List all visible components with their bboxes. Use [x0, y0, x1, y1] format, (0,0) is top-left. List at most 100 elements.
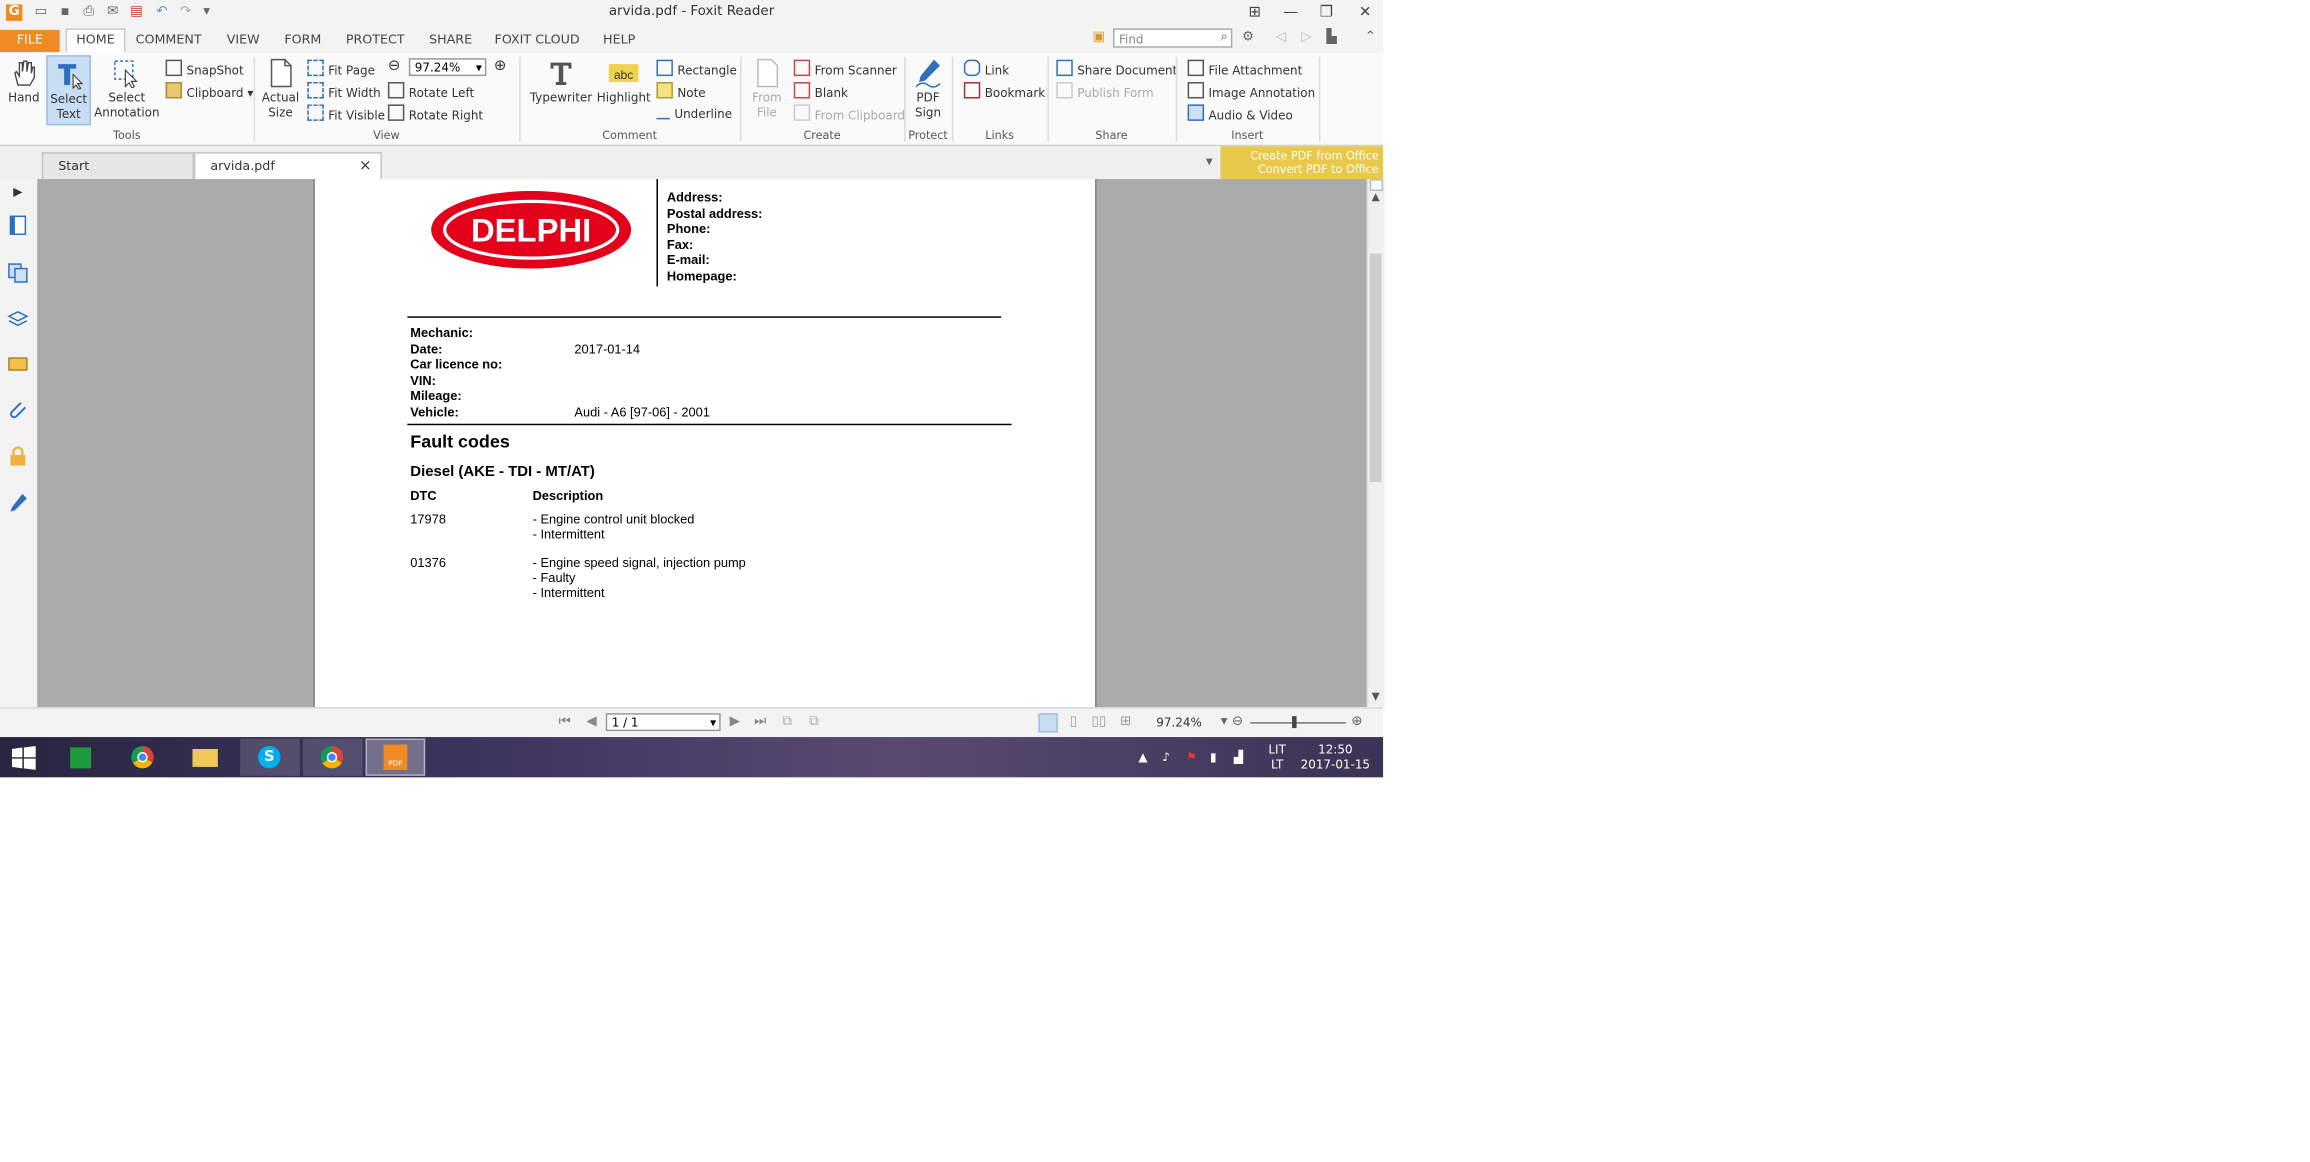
previous-view-icon[interactable]: ⧉	[779, 715, 795, 731]
security-lock-icon[interactable]	[7, 446, 28, 467]
taskbar-store-app[interactable]	[51, 739, 111, 776]
from-clipboard-button[interactable]: From Clipboard	[793, 104, 905, 122]
taskbar-foxit-reader-app[interactable]: PDF	[365, 738, 426, 776]
page-number-input[interactable]: 1 / 1 ▾	[605, 713, 721, 732]
from-file-button[interactable]: From File	[746, 58, 788, 121]
zoom-select[interactable]: 97.24% ▾	[408, 58, 487, 77]
blank-button[interactable]: Blank	[793, 82, 848, 100]
create-pdf-banner[interactable]: Create PDF from Office Convert PDF to Of…	[1220, 146, 1384, 180]
pdf-sign-button[interactable]: PDF Sign	[909, 58, 948, 121]
tab-file[interactable]: FILE	[0, 29, 60, 53]
continuous-view-icon[interactable]: ▯	[1065, 715, 1081, 731]
zoom-slider-thumb[interactable]	[1292, 716, 1297, 729]
taskbar-chrome-app[interactable]	[113, 739, 173, 776]
expand-panel-icon[interactable]: ▶	[7, 185, 28, 206]
document-view-area[interactable]: DELPHI Address: Postal address: Phone: F…	[37, 179, 1367, 708]
tab-protect[interactable]: PROTECT	[342, 30, 409, 52]
zoom-in-icon[interactable]: ⊕	[494, 58, 507, 74]
pages-panel-icon[interactable]	[7, 263, 28, 284]
ribbon-display-icon[interactable]: ⊞	[1237, 0, 1273, 27]
note-button[interactable]: Note	[656, 82, 706, 100]
layers-panel-icon[interactable]	[7, 309, 29, 330]
show-hidden-icons-icon[interactable]: ▲	[1138, 750, 1147, 765]
back-arrow-icon[interactable]: ◁	[1273, 30, 1289, 46]
tab-home[interactable]: HOME	[65, 28, 126, 54]
file-attachment-button[interactable]: File Attachment	[1187, 59, 1302, 78]
scrollbar-thumb[interactable]	[1369, 253, 1382, 482]
snapshot-button[interactable]: SnapShot	[165, 59, 244, 78]
search-icon[interactable]: ⌕	[1216, 30, 1232, 46]
close-tab-icon[interactable]: ×	[359, 154, 372, 181]
publish-form-button[interactable]: Publish Form	[1056, 82, 1154, 100]
typewriter-button[interactable]: Typewriter	[528, 58, 594, 106]
close-button[interactable]: ✕	[1347, 0, 1383, 27]
tab-comment[interactable]: COMMENT	[131, 30, 206, 52]
last-page-icon[interactable]: ⏭	[752, 715, 768, 731]
hand-tool-button[interactable]: Hand	[4, 58, 43, 106]
clipboard-button[interactable]: Clipboard ▾	[165, 82, 253, 100]
signatures-panel-icon[interactable]	[7, 492, 28, 513]
fit-page-button[interactable]: Fit Page	[307, 59, 375, 78]
zoom-slider-track[interactable]	[1250, 722, 1346, 724]
taskbar-file-explorer-app[interactable]	[176, 739, 236, 776]
collapse-ribbon-icon[interactable]: ⌃	[1362, 30, 1378, 46]
rotate-right-button[interactable]: Rotate Right	[387, 104, 483, 122]
fit-width-button[interactable]: Fit Width	[307, 82, 381, 100]
audio-video-button[interactable]: Audio & Video	[1187, 104, 1293, 122]
bookmark-button[interactable]: Bookmark	[963, 82, 1045, 100]
zoom-in-icon[interactable]: ⊕	[1349, 715, 1365, 731]
tab-arvida-pdf[interactable]: arvida.pdf ×	[193, 152, 382, 181]
split-view-handle[interactable]	[1369, 179, 1384, 191]
taskbar-chrome-app[interactable]	[302, 738, 363, 776]
previous-page-icon[interactable]: ◀	[583, 715, 599, 731]
zoom-out-icon[interactable]: ⊖	[1229, 715, 1245, 731]
action-center-flag-icon[interactable]: ⚑	[1186, 750, 1197, 765]
underline-button[interactable]: Underline	[656, 104, 732, 121]
zoom-level-display[interactable]: 97.24%	[1156, 716, 1202, 729]
tab-form[interactable]: FORM	[279, 30, 327, 52]
select-annotation-button[interactable]: Select Annotation	[94, 58, 160, 121]
next-page-icon[interactable]: ▶	[727, 715, 743, 731]
from-scanner-button[interactable]: From Scanner	[793, 59, 897, 78]
tab-start[interactable]: Start	[41, 152, 194, 180]
single-page-view-icon[interactable]	[1038, 713, 1058, 733]
select-text-button[interactable]: Select Text	[46, 55, 92, 126]
continuous-facing-view-icon[interactable]: ⊞	[1118, 715, 1134, 731]
network-signal-icon[interactable]: ▟	[1234, 750, 1243, 765]
volume-icon[interactable]: ♪	[1162, 750, 1170, 765]
vertical-scrollbar[interactable]: ▲ ▼	[1366, 179, 1385, 708]
battery-icon[interactable]: ▮	[1210, 750, 1217, 765]
zoom-out-icon[interactable]: ⊖	[388, 58, 401, 74]
user-account-icon[interactable]: ▙	[1323, 30, 1339, 46]
attachments-panel-icon[interactable]	[7, 400, 28, 421]
tab-help[interactable]: HELP	[597, 30, 642, 52]
forward-arrow-icon[interactable]: ▷	[1298, 30, 1314, 46]
search-input[interactable]: Find	[1113, 28, 1233, 48]
actual-size-button[interactable]: Actual Size	[260, 58, 302, 121]
scroll-up-arrow-icon[interactable]: ▲	[1368, 191, 1383, 206]
minimize-button[interactable]: —	[1273, 0, 1309, 27]
first-page-icon[interactable]: ⏮	[557, 715, 573, 731]
link-button[interactable]: Link	[963, 59, 1009, 78]
settings-gear-icon[interactable]: ⚙	[1240, 30, 1256, 46]
language-indicator[interactable]: LIT LT	[1262, 743, 1292, 773]
restore-button[interactable]: ❐	[1308, 0, 1344, 27]
taskbar-skype-app[interactable]: S	[240, 738, 300, 776]
rectangle-button[interactable]: Rectangle	[656, 59, 737, 78]
facing-view-icon[interactable]: ▯▯	[1091, 715, 1107, 731]
share-document-button[interactable]: Share Document	[1056, 59, 1177, 78]
tab-foxit-cloud[interactable]: FOXIT CLOUD	[491, 30, 584, 52]
rotate-left-button[interactable]: Rotate Left	[387, 82, 474, 100]
clock[interactable]: 12:50 2017-01-15	[1298, 743, 1373, 773]
image-annotation-button[interactable]: Image Annotation	[1187, 82, 1315, 100]
next-view-icon[interactable]: ⧉	[806, 715, 822, 731]
comments-panel-icon[interactable]	[7, 355, 28, 376]
windows-start-icon[interactable]	[11, 746, 36, 770]
folder-search-icon[interactable]: ▣	[1091, 30, 1107, 46]
tab-share[interactable]: SHARE	[424, 30, 478, 52]
scroll-down-arrow-icon[interactable]: ▼	[1368, 691, 1383, 706]
bookmarks-panel-icon[interactable]	[7, 215, 28, 236]
tab-view[interactable]: VIEW	[221, 30, 266, 52]
highlight-button[interactable]: abc Highlight	[597, 58, 651, 106]
fit-visible-button[interactable]: Fit Visible	[307, 104, 385, 122]
